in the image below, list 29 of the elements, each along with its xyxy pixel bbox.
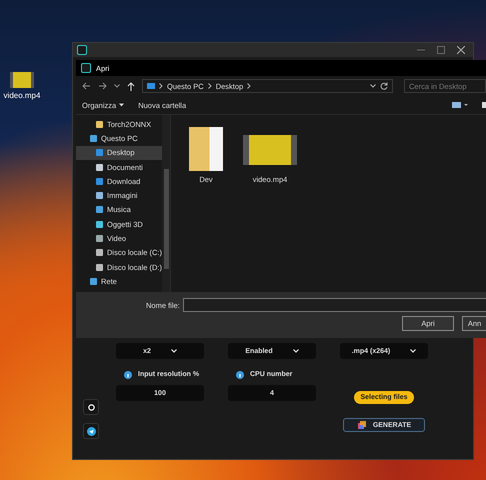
scrollbar[interactable] (162, 115, 170, 292)
view-options-icon[interactable] (452, 102, 468, 108)
cubes-icon (356, 420, 367, 430)
video-thumbnail-icon[interactable] (10, 72, 34, 88)
info-icon[interactable] (236, 370, 244, 378)
chevron-down-icon[interactable] (370, 84, 376, 88)
maximize-icon[interactable] (437, 46, 445, 54)
chevron-down-icon (410, 349, 416, 353)
chevron-down-icon (170, 349, 177, 353)
refresh-icon[interactable] (380, 82, 388, 90)
github-button[interactable] (83, 399, 99, 415)
caret-icon (119, 103, 124, 107)
telegram-button[interactable] (83, 423, 99, 439)
video-thumbnail-icon[interactable] (243, 135, 297, 165)
chevron-down-icon (292, 349, 299, 353)
paper-plane-icon (86, 426, 96, 436)
back-arrow-icon[interactable] (82, 82, 91, 90)
monitor-icon (147, 83, 155, 89)
desktop-icon-label[interactable]: video.mp4 (4, 91, 40, 100)
folder-icon (96, 120, 103, 128)
info-icon[interactable] (124, 370, 132, 378)
chevron-right-icon (247, 83, 252, 89)
forward-arrow-icon[interactable] (98, 82, 107, 90)
chevron-down-icon[interactable] (114, 84, 120, 88)
chevron-right-icon (159, 83, 163, 89)
up-arrow-icon[interactable] (127, 82, 135, 90)
close-icon[interactable] (457, 46, 465, 54)
file-name-field[interactable] (182, 298, 486, 312)
chevron-right-icon (208, 83, 212, 89)
